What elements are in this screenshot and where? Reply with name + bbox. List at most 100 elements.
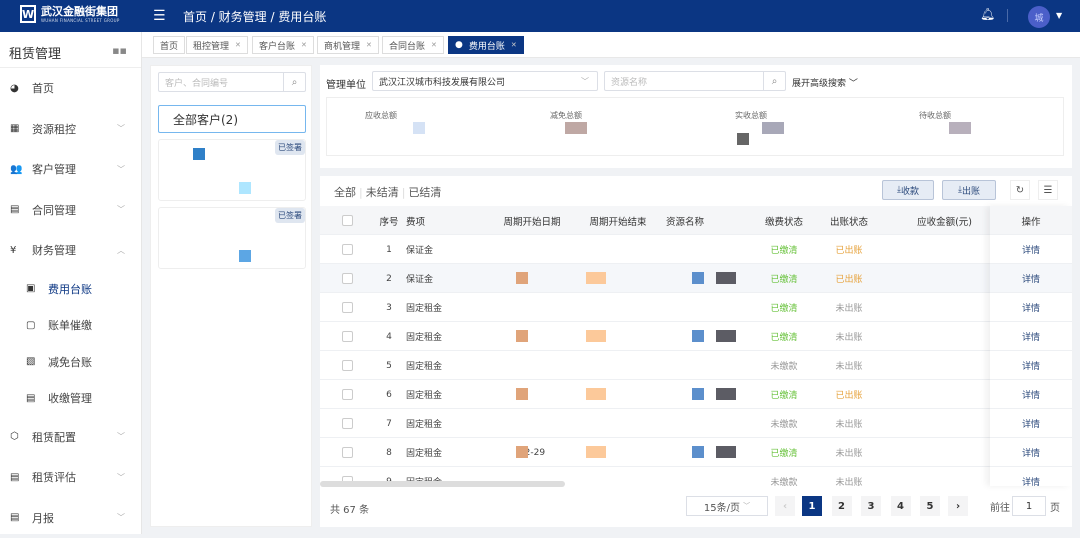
pay-status-cell: 未缴款 [764, 351, 804, 380]
tab-home[interactable]: 首页 [153, 36, 185, 54]
sidebar-item-resources[interactable]: ▦资源租控﹀ [0, 109, 141, 150]
sidebar-item-finance[interactable]: ¥财务管理︿ [0, 230, 141, 271]
row-checkbox[interactable] [342, 447, 353, 458]
row-checkbox[interactable] [342, 331, 353, 342]
row-checkbox[interactable] [342, 244, 353, 255]
tab-fee-ledger[interactable]: ●费用台账✕ [448, 36, 524, 54]
tab-customer-ledger[interactable]: 客户台账✕ [252, 36, 314, 54]
sidebar-item-label: 收缴管理 [48, 390, 92, 406]
sidebar-subitem-reduction-ledger[interactable]: ▧减免台账 [0, 344, 141, 381]
sidebar-subitem-fee-ledger[interactable]: ▣费用台账 [0, 271, 141, 308]
sidebar-title-text: 租赁管理 [9, 47, 61, 62]
detail-link[interactable]: 详情 [1022, 243, 1040, 256]
fee-item: 固定租金 [406, 417, 442, 430]
pay-status: 未缴款 [770, 359, 797, 372]
action-cell: 详情 [990, 351, 1072, 380]
logo: W 武汉金融街集团WUHAN FINANCIAL STREET GROUP [20, 5, 120, 23]
all-customers-item[interactable]: 全部客户(2) [158, 105, 306, 133]
filter-panel: 管理单位 武汉江汉城市科技发展有限公司﹀ 资源名称⌕ 展开高级搜索 ﹀ 应收总额… [320, 65, 1072, 168]
close-icon[interactable]: ✕ [511, 41, 517, 49]
chevron-down-icon: ﹀ [117, 204, 125, 215]
advanced-search-toggle[interactable]: 展开高级搜索 ﹀ [792, 76, 858, 89]
goto-page-input[interactable]: 1 [1012, 496, 1046, 516]
sidebar-item-customers[interactable]: 👥客户管理﹀ [0, 149, 141, 190]
unit-select[interactable]: 武汉江汉城市科技发展有限公司﹀ [372, 71, 598, 91]
detail-link[interactable]: 详情 [1022, 417, 1040, 430]
next-page-button[interactable]: › [948, 496, 968, 516]
menu-toggle-icon[interactable]: ☰ [153, 8, 166, 24]
page-2-button[interactable]: 2 [832, 496, 852, 516]
table-row[interactable]: 2保证金已缴清已出账详情 [320, 264, 1072, 293]
sidebar-item-contracts[interactable]: ▤合同管理﹀ [0, 190, 141, 231]
detail-link[interactable]: 详情 [1022, 272, 1040, 285]
sidebar-subitem-bill-reminder[interactable]: ▢账单催缴 [0, 307, 141, 344]
table-row[interactable]: 5固定租金未缴款未出账详情 [320, 351, 1072, 380]
collect-button[interactable]: ⤓ 收款 [882, 180, 934, 200]
grid-icon[interactable]: ▪▪ [112, 44, 127, 57]
sidebar-item-monthly-report[interactable]: ▤月报﹀ [0, 498, 141, 538]
table-row[interactable]: 6固定租金已缴清已出账详情 [320, 380, 1072, 409]
tab-opportunity[interactable]: 商机管理✕ [317, 36, 379, 54]
customer-search-input[interactable]: 客户、合同编号⌕ [158, 72, 306, 92]
sidebar-subitem-collection[interactable]: ▤收缴管理 [0, 380, 141, 417]
filter-all[interactable]: 全部 [334, 186, 356, 199]
row-checkbox[interactable] [342, 418, 353, 429]
prev-page-button[interactable]: ‹ [775, 496, 795, 516]
row-checkbox[interactable] [342, 273, 353, 284]
row-checkbox[interactable] [342, 302, 353, 313]
bill-icon: ▢ [26, 320, 48, 331]
row-checkbox[interactable] [342, 360, 353, 371]
close-icon[interactable]: ✕ [366, 41, 372, 49]
table-row[interactable]: 1保证金已缴清已出账详情 [320, 235, 1072, 264]
detail-link[interactable]: 详情 [1022, 446, 1040, 459]
table-row[interactable]: 7固定租金未缴款未出账详情 [320, 409, 1072, 438]
page-3-button[interactable]: 3 [861, 496, 881, 516]
page-4-button[interactable]: 4 [891, 496, 911, 516]
table-row[interactable]: 8固定租金12-29已缴清未出账详情 [320, 438, 1072, 467]
redacted-block [516, 272, 528, 284]
chevron-down-icon: ﹀ [117, 123, 125, 134]
filter-settled[interactable]: 已结清 [408, 186, 441, 199]
page-1-button[interactable]: 1 [802, 496, 822, 516]
detail-link[interactable]: 详情 [1022, 475, 1040, 486]
close-icon[interactable]: ✕ [301, 41, 307, 49]
signed-badge: 已签署 [275, 140, 305, 155]
refresh-icon[interactable]: ↻ [1010, 180, 1030, 200]
select-all-checkbox[interactable] [342, 215, 353, 226]
filter-unsettled[interactable]: 未结清 [366, 186, 399, 199]
sidebar-item-home[interactable]: ◕首页 [0, 68, 141, 109]
table-row[interactable]: 3固定租金已缴清未出账详情 [320, 293, 1072, 322]
close-icon[interactable]: ✕ [431, 41, 437, 49]
detail-link[interactable]: 详情 [1022, 388, 1040, 401]
customer-card[interactable]: 已签署 [158, 207, 306, 269]
sidebar-item-lease-config[interactable]: ⬡租赁配置﹀ [0, 417, 141, 458]
tab-contract-ledger[interactable]: 合同台账✕ [382, 36, 444, 54]
redacted-block [586, 446, 606, 458]
search-icon[interactable]: ⌕ [283, 73, 305, 91]
page-size-select[interactable]: 15条/页 ﹀ [686, 496, 768, 516]
customer-card[interactable]: 已签署 [158, 139, 306, 201]
search-icon[interactable]: ⌕ [763, 72, 785, 90]
caret-down-icon[interactable]: ▼ [1056, 11, 1062, 20]
action-cell: 详情 [990, 293, 1072, 322]
users-icon: 👥 [10, 164, 32, 175]
column-settings-icon[interactable]: ☰ [1038, 180, 1058, 200]
detail-link[interactable]: 详情 [1022, 359, 1040, 372]
bell-icon[interactable]: 🔔︎ [980, 7, 995, 21]
sidebar-item-lease-eval[interactable]: ▤租赁评估﹀ [0, 457, 141, 498]
bill-button[interactable]: ⤓ 出账 [942, 180, 996, 200]
goto-label: 前往 [990, 496, 1010, 516]
fee-item: 固定租金 [406, 301, 442, 314]
detail-link[interactable]: 详情 [1022, 301, 1040, 314]
row-checkbox[interactable] [342, 389, 353, 400]
chevron-down-icon: ﹀ [849, 79, 858, 89]
table-row[interactable]: 4固定租金已缴清未出账详情 [320, 322, 1072, 351]
avatar[interactable]: 城 [1028, 6, 1050, 28]
resource-search-input[interactable]: 资源名称⌕ [604, 71, 786, 91]
close-icon[interactable]: ✕ [235, 41, 241, 49]
page-5-button[interactable]: 5 [920, 496, 940, 516]
column-header-cell: 周期开始结束 [576, 206, 660, 235]
horizontal-scrollbar[interactable] [320, 481, 565, 487]
detail-link[interactable]: 详情 [1022, 330, 1040, 343]
tab-rental-control[interactable]: 租控管理✕ [186, 36, 248, 54]
